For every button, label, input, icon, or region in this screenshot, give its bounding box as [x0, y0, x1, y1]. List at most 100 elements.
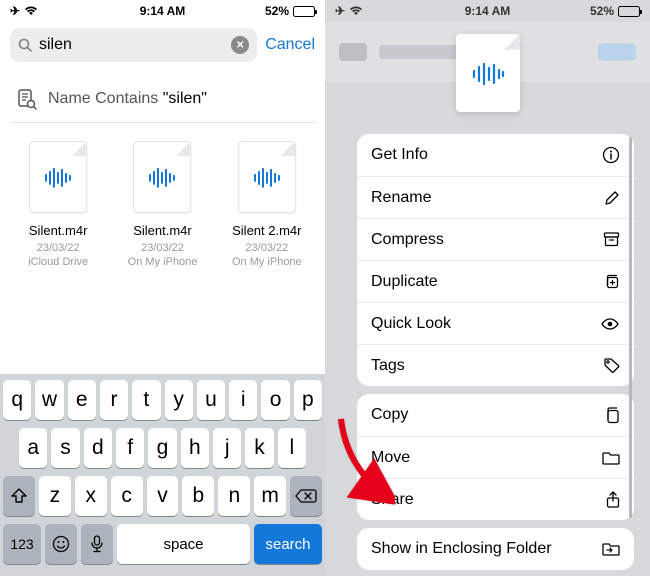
key-i[interactable]: i: [229, 380, 257, 420]
tag-icon: [603, 357, 620, 374]
key-a[interactable]: a: [19, 428, 47, 468]
info-icon: [602, 146, 620, 164]
key-o[interactable]: o: [261, 380, 289, 420]
share-icon: [606, 491, 620, 509]
key-p[interactable]: p: [294, 380, 322, 420]
key-shift[interactable]: [3, 476, 35, 516]
search-input[interactable]: silen ✕: [10, 28, 257, 62]
key-c[interactable]: c: [111, 476, 143, 516]
key-w[interactable]: w: [35, 380, 63, 420]
menu-group: Get Info Rename Compress Duplicate Quick…: [357, 134, 634, 386]
key-x[interactable]: x: [75, 476, 107, 516]
key-space[interactable]: space: [117, 524, 250, 564]
copy-icon: [604, 406, 620, 424]
airplane-mode-icon: ✈︎: [10, 4, 20, 18]
file-icon: [29, 141, 87, 213]
status-time: 9:14 AM: [465, 4, 511, 18]
kb-row-3: zxcvbnm: [3, 476, 322, 516]
key-n[interactable]: n: [218, 476, 250, 516]
file-location: On My iPhone: [215, 256, 319, 268]
status-time: 9:14 AM: [140, 4, 186, 18]
keyboard: qwertyuiop asdfghjkl zxcvbnm 123 space s…: [0, 374, 325, 576]
archive-icon: [603, 232, 620, 247]
search-row: silen ✕ Cancel: [0, 22, 325, 70]
duplicate-icon: [603, 273, 620, 290]
kb-row-4: 123 space search: [3, 524, 322, 564]
phone-left-search: ✈︎ 9:14 AM 52% silen ✕ Cancel Name Conta…: [0, 0, 325, 576]
key-123[interactable]: 123: [3, 524, 41, 564]
key-j[interactable]: j: [213, 428, 241, 468]
file-name: Silent.m4r: [6, 223, 110, 238]
key-u[interactable]: u: [197, 380, 225, 420]
wifi-icon: [349, 6, 363, 16]
file-tile[interactable]: Silent 2.m4r 23/03/22 On My iPhone: [215, 141, 319, 268]
key-r[interactable]: r: [100, 380, 128, 420]
menu-quick-look[interactable]: Quick Look: [357, 302, 634, 344]
context-menu: Get Info Rename Compress Duplicate Quick…: [357, 134, 634, 568]
eye-icon: [600, 318, 620, 330]
wifi-icon: [24, 6, 38, 16]
key-t[interactable]: t: [132, 380, 160, 420]
key-q[interactable]: q: [3, 380, 31, 420]
key-m[interactable]: m: [254, 476, 286, 516]
file-location: iCloud Drive: [6, 256, 110, 268]
menu-move[interactable]: Move: [357, 436, 634, 478]
key-l[interactable]: l: [278, 428, 306, 468]
key-emoji[interactable]: [45, 524, 77, 564]
file-date: 23/03/22: [110, 242, 214, 254]
key-backspace[interactable]: [290, 476, 322, 516]
menu-show-in-enclosing-folder[interactable]: Show in Enclosing Folder: [357, 528, 634, 570]
clear-search-button[interactable]: ✕: [231, 36, 249, 54]
status-bar: ✈︎ 9:14 AM 52%: [325, 0, 650, 22]
key-search[interactable]: search: [254, 524, 322, 564]
key-mic[interactable]: [81, 524, 113, 564]
key-v[interactable]: v: [147, 476, 179, 516]
file-icon: [133, 141, 191, 213]
key-e[interactable]: e: [68, 380, 96, 420]
folder-icon: [602, 451, 620, 465]
file-location: On My iPhone: [110, 256, 214, 268]
file-date: 23/03/22: [6, 242, 110, 254]
airplane-mode-icon: ✈︎: [335, 4, 345, 18]
battery-percent: 52%: [265, 4, 289, 18]
key-f[interactable]: f: [116, 428, 144, 468]
menu-copy[interactable]: Copy: [357, 394, 634, 436]
files-grid: Silent.m4r 23/03/22 iCloud Drive Silent.…: [0, 127, 325, 268]
menu-rename[interactable]: Rename: [357, 176, 634, 218]
file-tile[interactable]: Silent.m4r 23/03/22 On My iPhone: [110, 141, 214, 268]
menu-share[interactable]: Share: [357, 478, 634, 520]
search-icon: [18, 38, 33, 53]
annotation-arrow: [335, 415, 395, 505]
kb-row-1: qwertyuiop: [3, 380, 322, 420]
file-date: 23/03/22: [215, 242, 319, 254]
search-text: silen: [39, 36, 225, 54]
enclosing-folder-icon: [602, 542, 620, 556]
file-name: Silent 2.m4r: [215, 223, 319, 238]
menu-group: Show in Enclosing Folder: [357, 528, 634, 570]
menu-tags[interactable]: Tags: [357, 344, 634, 386]
menu-get-info[interactable]: Get Info: [357, 134, 634, 176]
key-b[interactable]: b: [182, 476, 214, 516]
kb-row-2: asdfghjkl: [3, 428, 322, 468]
file-preview-icon: [456, 34, 520, 112]
cancel-button[interactable]: Cancel: [265, 36, 315, 54]
menu-duplicate[interactable]: Duplicate: [357, 260, 634, 302]
name-contains-icon: [16, 88, 38, 110]
status-bar: ✈︎ 9:14 AM 52%: [0, 0, 325, 22]
menu-group: Copy Move Share: [357, 394, 634, 520]
key-s[interactable]: s: [51, 428, 79, 468]
key-d[interactable]: d: [84, 428, 112, 468]
key-y[interactable]: y: [165, 380, 193, 420]
key-g[interactable]: g: [148, 428, 176, 468]
suggestion-text: Name Contains "silen": [48, 90, 207, 108]
battery-icon: [293, 6, 315, 17]
key-k[interactable]: k: [245, 428, 273, 468]
menu-compress[interactable]: Compress: [357, 218, 634, 260]
key-h[interactable]: h: [181, 428, 209, 468]
file-tile[interactable]: Silent.m4r 23/03/22 iCloud Drive: [6, 141, 110, 268]
battery-percent: 52%: [590, 4, 614, 18]
key-z[interactable]: z: [39, 476, 71, 516]
scroll-indicator: [629, 137, 632, 518]
search-suggestion[interactable]: Name Contains "silen": [10, 78, 315, 123]
phone-right-context-menu: ✈︎ 9:14 AM 52% Get Info Rename Compress …: [325, 0, 650, 576]
